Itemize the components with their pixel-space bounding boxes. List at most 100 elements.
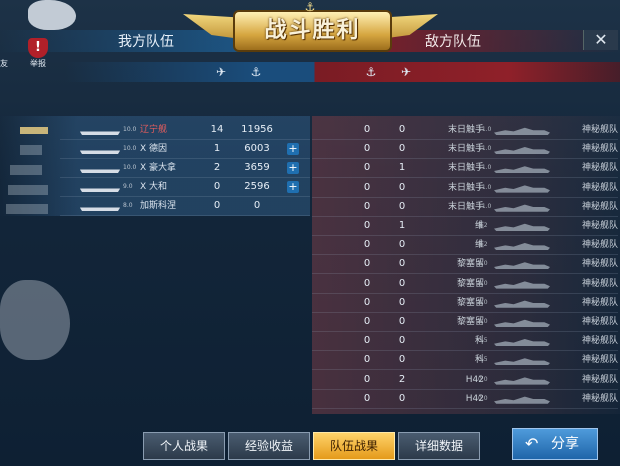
enemy-player-row[interactable]: 0 0 维 8.2 神秘舰队 [0,236,620,254]
enemy-kills-value: 0 [363,162,371,174]
enemy-score-value: 0 [398,277,406,289]
enemy-score-value: 0 [398,124,406,135]
enemy-ship-level: 0.5 [478,356,488,364]
enemy-score-value: 0 [398,181,406,193]
enemy-fleet-name: 神秘舰队 [581,355,618,366]
ship-silhouette-icon [494,281,550,289]
enemy-fleet-name: 神秘舰队 [581,201,618,212]
enemy-player-row[interactable]: 0 0 末日触手 11.0 神秘舰队 [0,140,620,158]
enemy-kills-value: 0 [363,277,371,289]
enemy-fleet-name: 神秘舰队 [581,144,618,155]
enemy-kills-value: 0 [363,258,371,270]
report-label: 举报 [30,59,46,68]
ship-silhouette-icon [494,166,550,174]
enemy-ship-level: 8.2 [478,241,488,249]
ship-silhouette-icon [494,262,550,270]
enemy-player-row[interactable]: 0 2 H42 0.0 神秘舰队 [0,371,620,389]
enemy-fleet-name: 神秘舰队 [581,278,618,289]
enemy-player-row[interactable]: 0 0 末日触手 11.0 神秘舰队 [0,198,620,216]
enemy-ship-name: 末日触手 [447,144,484,155]
enemy-fleet-name: 神秘舰队 [581,297,618,308]
enemy-kills-value: 0 [363,316,371,327]
enemy-fleet-name: 神秘舰队 [581,336,618,347]
enemy-score-value: 0 [398,143,406,155]
report-icon[interactable]: ! [28,38,48,58]
enemy-kills-value: 0 [363,220,371,231]
enemy-ship-level: 11.0 [478,183,492,191]
enemy-score-value: 1 [398,162,406,174]
enemy-ship-level: 0.0 [478,375,488,383]
enemy-fleet-name: 神秘舰队 [581,163,618,174]
enemy-ship-level: 8.0 [478,298,488,306]
enemy-score-value: 0 [398,392,406,404]
enemy-score-value: 0 [398,296,406,308]
enemy-ship-name: 黎塞留 [456,259,484,270]
tab-experience-gain[interactable]: 经验收益 [228,432,310,460]
our-team-label: 我方队伍 [118,34,174,50]
enemy-kills-value: 0 [363,392,371,404]
enemy-ship-level: 11.0 [478,202,492,210]
enemy-player-row[interactable]: 0 1 维 8.2 神秘舰队 [0,217,620,235]
share-label[interactable]: 分享 [551,429,579,459]
enemy-kills-value: 0 [363,124,371,135]
enemy-player-row[interactable]: 0 0 科 0.5 神秘舰队 [0,351,620,369]
enemy-fleet-name: 神秘舰队 [581,259,618,270]
enemy-fleet-name: 神秘舰队 [581,393,618,404]
tab-personal-results[interactable]: 个人战果 [143,432,225,460]
enemy-ship-name: H42 [465,393,484,404]
enemy-ship-level: 0.5 [478,337,488,345]
ship-icon: ⚓ [365,65,377,79]
enemy-player-row[interactable]: 0 0 末日触手 11.0 神秘舰队 [0,179,620,197]
victory-banner: ⚓ 战斗胜利 [183,0,438,60]
enemy-ship-name: 末日触手 [447,182,484,193]
ship-silhouette-icon [494,146,550,155]
enemy-player-row[interactable]: 0 0 科 0.5 神秘舰队 [0,332,620,350]
enemy-score-value: 0 [398,200,406,212]
enemy-ship-name: 科 [474,336,484,347]
close-button[interactable]: ✕ [583,30,618,50]
enemy-ship-name: H42 [465,374,484,385]
ship-silhouette-icon [494,358,550,366]
enemy-player-row[interactable]: 0 0 黎塞留 8.0 神秘舰队 [0,255,620,273]
tab-team-results[interactable]: 队伍战果 [313,432,395,460]
enemy-player-row[interactable]: 0 1 末日触手 11.0 神秘舰队 [0,159,620,177]
enemy-kills-value: 0 [363,335,371,347]
enemy-ship-level: 8.0 [478,318,488,325]
share-button[interactable]: ↶ 分享 [512,428,598,460]
enemy-ship-name: 末日触手 [447,201,484,212]
enemy-ship-level: 11.0 [478,164,492,172]
enemy-ship-name: 科 [474,355,484,366]
enemy-ship-level: 8.0 [478,260,488,268]
enemy-score-value: 0 [398,239,406,251]
enemy-kills-value: 0 [363,239,371,251]
enemy-kills-value: 0 [363,143,371,155]
enemy-score-value: 0 [398,316,406,327]
ship-silhouette-icon [494,185,550,193]
row-divider [312,407,618,409]
share-icon[interactable]: ↶ [525,429,538,459]
friend-label[interactable]: 友 [0,58,8,69]
ship-silhouette-icon [494,204,550,212]
enemy-fleet-name: 神秘舰队 [581,125,618,135]
enemy-score-value: 0 [398,335,406,347]
enemy-ship-name: 维 [474,240,484,251]
enemy-fleet-name: 神秘舰队 [581,221,618,231]
enemy-player-row[interactable]: 0 0 末日触手 11.0 神秘舰队 [0,121,620,139]
enemy-kills-value: 0 [363,181,371,193]
column-icon-bar: ✈ ⚓ ⚓ ✈ [65,62,620,82]
ship-silhouette-icon [494,377,550,385]
ship-silhouette-icon [494,223,550,231]
enemy-player-row[interactable]: 0 0 黎塞留 8.0 神秘舰队 [0,275,620,293]
ship-silhouette-icon [494,127,550,135]
enemy-ship-level: 0.0 [478,394,488,402]
enemy-ship-level: 11.0 [478,145,492,153]
enemy-player-row[interactable]: 0 0 H42 0.0 神秘舰队 [0,390,620,408]
enemy-player-row[interactable]: 0 0 黎塞留 8.0 神秘舰队 [0,313,620,331]
enemy-player-row[interactable]: 0 0 黎塞留 8.0 神秘舰队 [0,294,620,312]
victory-title: 战斗胜利 [264,18,361,43]
report-button[interactable]: ! 举报 [24,38,52,70]
close-icon[interactable]: ✕ [594,30,607,49]
enemy-ship-name: 黎塞留 [456,297,484,308]
tab-detailed-data[interactable]: 详细数据 [398,432,480,460]
ship-silhouette-icon [494,319,550,327]
